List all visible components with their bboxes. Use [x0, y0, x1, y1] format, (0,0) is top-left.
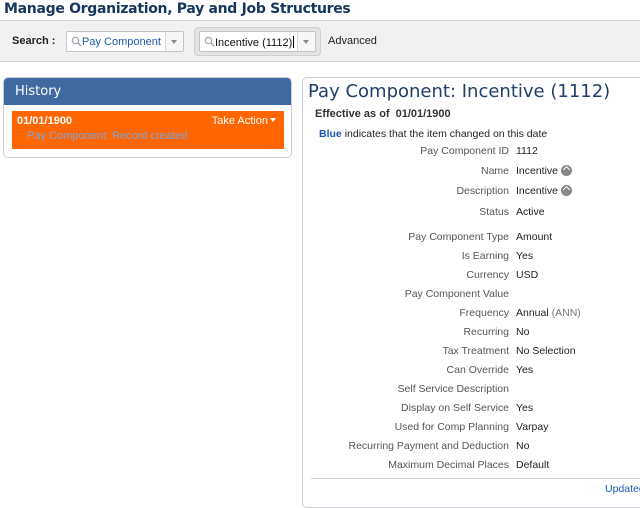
field-label: Recurring Payment and Deduction	[348, 440, 509, 452]
field-row-recurring-payment-and-deduction: Recurring Payment and Deduction No	[303, 440, 640, 455]
field-row-display-on-self-service: Display on Self Service Yes	[303, 402, 640, 417]
field-label: Recurring	[463, 326, 509, 338]
search-icon	[71, 36, 82, 47]
field-value: Default	[516, 459, 550, 471]
effective-as-of: Effective as of 01/01/1900	[315, 108, 451, 120]
history-title: History	[4, 78, 291, 105]
field-label: Currency	[466, 269, 509, 281]
field-value: Incentive	[516, 165, 573, 177]
field-value: No	[516, 326, 530, 338]
legend-blue-word: Blue	[319, 128, 342, 140]
field-value: Active	[516, 206, 545, 218]
field-value: 1112	[516, 145, 538, 157]
legend-text: indicates that the item changed on this …	[344, 128, 548, 140]
field-value: USD	[516, 269, 539, 281]
field-value: No Selection	[516, 345, 576, 357]
field-row-maximum-decimal-places: Maximum Decimal Places Default	[303, 459, 640, 474]
detail-title: Pay Component: Incentive (1112)	[308, 81, 611, 102]
field-row-pay-component-value: Pay Component Value	[303, 288, 640, 303]
search-bar: Search : Pay Component Incentive (1112) …	[0, 20, 640, 62]
text-cursor	[293, 36, 295, 48]
effective-date: 01/01/1900	[395, 108, 451, 120]
field-value: Yes	[516, 402, 534, 414]
field-value: Yes	[516, 364, 534, 376]
field-row-pay-component-type: Pay Component Type Amount	[303, 231, 640, 246]
detail-panel: Pay Component: Incentive (1112) Effectiv…	[302, 77, 640, 508]
field-label: Name	[480, 165, 509, 177]
field-value: Annual (ANN)	[516, 307, 581, 319]
search-item-combo-frame: Incentive (1112)	[194, 27, 321, 56]
history-entry-description: Pay Component: Record created	[27, 130, 188, 142]
caret-down-icon	[270, 118, 276, 122]
field-label: Maximum Decimal Places	[388, 459, 509, 471]
search-icon	[204, 36, 215, 47]
field-value-text: Incentive	[516, 165, 559, 177]
field-row-frequency: Frequency Annual (ANN)	[303, 307, 640, 322]
field-label: Tax Treatment	[442, 345, 509, 357]
field-value: Varpay	[516, 421, 549, 433]
field-label: Display on Self Service	[401, 402, 509, 414]
field-label: Pay Component ID	[420, 145, 509, 157]
field-value: Amount	[516, 231, 553, 243]
history-panel: History 01/01/1900 Take Action Pay Compo…	[3, 77, 292, 158]
field-label: Self Service Description	[397, 383, 509, 395]
search-item-combo[interactable]: Incentive (1112)	[199, 31, 316, 52]
field-row-name: Name Incentive	[303, 165, 640, 180]
field-row-tax-treatment: Tax Treatment No Selection	[303, 345, 640, 360]
history-entry[interactable]: 01/01/1900 Take Action Pay Component: Re…	[12, 111, 284, 149]
updated-link[interactable]: Updated	[605, 483, 640, 495]
field-row-pay-component-id: Pay Component ID 1112	[303, 145, 640, 160]
field-label: Frequency	[459, 307, 509, 319]
frequency-code: (ANN)	[551, 307, 581, 319]
field-value-text: Annual	[516, 307, 549, 319]
field-label: Description	[456, 185, 509, 197]
field-label: Pay Component Value	[404, 288, 509, 300]
field-label: Status	[479, 206, 509, 218]
field-label: Can Override	[446, 364, 509, 376]
field-label: Pay Component Type	[408, 231, 509, 243]
field-label: Is Earning	[461, 250, 509, 262]
field-row-is-earning: Is Earning Yes	[303, 250, 640, 265]
field-value: Incentive	[516, 185, 573, 197]
search-item-input[interactable]: Incentive (1112)	[215, 36, 295, 49]
change-legend: Blue indicates that the item changed on …	[319, 128, 547, 140]
field-row-status: Status Active	[303, 206, 640, 221]
translation-info-icon[interactable]	[561, 185, 573, 196]
effective-label: Effective as of	[315, 108, 390, 120]
search-item-value: Incentive (1112)	[215, 37, 293, 49]
field-label: Used for Comp Planning	[394, 421, 509, 433]
field-row-recurring: Recurring No	[303, 326, 640, 341]
field-value: No	[516, 440, 530, 452]
field-value: Yes	[516, 250, 534, 262]
detail-divider	[311, 478, 640, 479]
field-row-can-override: Can Override Yes	[303, 364, 640, 379]
search-type-combo[interactable]: Pay Component	[66, 31, 184, 52]
field-row-currency: Currency USD	[303, 269, 640, 284]
field-row-self-service-description: Self Service Description	[303, 383, 640, 398]
field-value-text: Incentive	[516, 185, 559, 197]
chevron-down-icon	[171, 40, 177, 44]
field-row-used-for-comp-planning: Used for Comp Planning Varpay	[303, 421, 640, 436]
chevron-down-icon	[303, 40, 309, 44]
advanced-search-link[interactable]: Advanced	[328, 35, 377, 47]
translation-info-icon[interactable]	[561, 165, 573, 176]
page-title: Manage Organization, Pay and Job Structu…	[4, 1, 351, 17]
search-type-value: Pay Component	[82, 36, 161, 48]
search-item-dropdown-button[interactable]	[297, 32, 315, 51]
search-type-dropdown-button[interactable]	[165, 32, 183, 51]
history-entry-date: 01/01/1900	[17, 115, 73, 127]
take-action-menu-button[interactable]: Take Action	[212, 115, 276, 127]
take-action-label: Take Action	[211, 115, 268, 127]
search-label: Search :	[12, 35, 56, 47]
field-row-description: Description Incentive	[303, 185, 640, 200]
